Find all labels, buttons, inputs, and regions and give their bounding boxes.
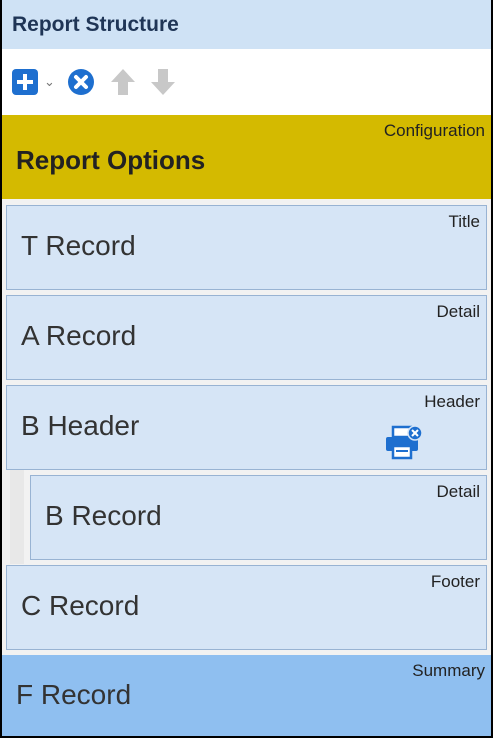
report-item-a-record[interactable]: Detail A Record	[6, 295, 487, 380]
item-type-label: Configuration	[383, 121, 485, 140]
item-name-label: Report Options	[16, 145, 206, 175]
chevron-down-icon: ⌄	[44, 74, 55, 89]
item-name-label: B Header	[21, 410, 140, 441]
report-item-f-record[interactable]: Summary F Record	[2, 655, 491, 736]
item-name-label: F Record	[16, 679, 132, 710]
toolbar: ⌄	[2, 49, 491, 115]
report-structure-panel: Report Structure ⌄ Configuration Report …	[0, 0, 493, 738]
report-item-b-header[interactable]: Header B Header	[6, 385, 487, 470]
item-type-label: Detail	[436, 302, 480, 321]
item-type-label: Summary	[412, 661, 485, 680]
child-indent-guide	[10, 470, 24, 564]
arrow-down-icon	[150, 69, 175, 95]
item-type-label: Title	[448, 212, 481, 231]
add-dropdown-button[interactable]: ⌄	[44, 74, 55, 90]
report-item-b-record[interactable]: Detail B Record	[30, 475, 487, 560]
move-up-button[interactable]	[109, 67, 137, 97]
item-name-label: A Record	[21, 320, 137, 351]
report-item-c-record[interactable]: Footer C Record	[6, 565, 487, 650]
remove-circle-icon	[67, 69, 94, 95]
no-print-toggle[interactable]	[384, 424, 424, 467]
remove-button[interactable]	[67, 68, 95, 96]
add-button[interactable]	[12, 69, 38, 95]
item-type-label: Footer	[430, 572, 480, 591]
arrow-up-icon	[110, 69, 135, 95]
report-item-report-options[interactable]: Configuration Report Options	[2, 115, 491, 199]
printer-cancel-icon	[386, 425, 423, 460]
move-down-button[interactable]	[149, 67, 177, 97]
item-type-label: Header	[424, 392, 480, 411]
item-type-label: Detail	[436, 482, 480, 501]
report-item-t-record[interactable]: Title T Record	[6, 205, 487, 290]
item-name-label: B Record	[45, 500, 162, 531]
item-name-label: C Record	[21, 590, 140, 621]
plus-square-icon	[12, 69, 38, 95]
panel-title: Report Structure	[2, 0, 491, 49]
panel-title-text: Report Structure	[12, 12, 179, 36]
item-name-label: T Record	[21, 230, 136, 261]
